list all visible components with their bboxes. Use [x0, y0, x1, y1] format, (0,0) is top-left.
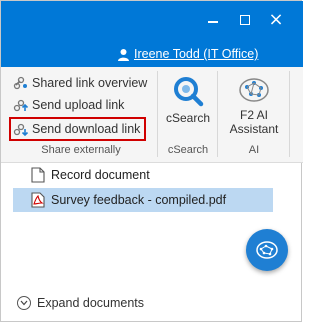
title-bar: × Ireene Todd (IT Office) [1, 1, 303, 67]
document-row-selected[interactable]: Survey feedback - compiled.pdf [13, 188, 273, 212]
window-frame: × Ireene Todd (IT Office) Shared link ov… [0, 0, 303, 322]
ai-brain-icon [256, 241, 278, 259]
csearch-button[interactable]: cSearch [163, 75, 213, 125]
send-download-link-button[interactable]: Send download link [9, 117, 147, 141]
csearch-group-label: cSearch [167, 144, 209, 156]
send-upload-link-button[interactable]: Send upload link [13, 95, 124, 115]
upload-link-icon [13, 99, 29, 112]
chevron-down-icon [17, 296, 31, 310]
expand-documents-label: Expand documents [37, 296, 145, 310]
shared-link-overview-label: Shared link overview [32, 76, 148, 90]
ribbon-separator [289, 71, 290, 157]
minimize-button[interactable] [206, 13, 220, 27]
pdf-file-icon [31, 192, 45, 208]
user-name: Ireene Todd (IT Office) [134, 47, 259, 61]
maximize-button[interactable] [238, 13, 252, 27]
document-name: Record document [51, 168, 150, 182]
csearch-icon [174, 77, 204, 107]
user-icon [118, 48, 129, 61]
ribbon: Shared link overview Send upload link Se… [1, 67, 303, 163]
ai-assistant-button[interactable]: F2 AI Assistant [223, 75, 285, 136]
download-link-icon [13, 123, 29, 137]
document-name: Survey feedback - compiled.pdf [51, 193, 227, 207]
send-download-link-label: Send download link [32, 122, 141, 136]
link-overview-icon [13, 76, 27, 90]
ai-group-label: AI [248, 144, 260, 156]
ribbon-separator [217, 71, 218, 157]
ai-assistant-label-line1: F2 AI [239, 108, 268, 122]
share-externally-group-label: Share externally [41, 144, 121, 156]
user-profile-link[interactable]: Ireene Todd (IT Office) [117, 45, 258, 63]
ai-assistant-floating-button[interactable] [246, 229, 288, 271]
ribbon-separator [157, 71, 158, 157]
csearch-label: cSearch [165, 111, 211, 125]
send-upload-link-label: Send upload link [32, 98, 125, 112]
shared-link-overview-button[interactable]: Shared link overview [13, 73, 147, 93]
blank-document-icon [31, 167, 45, 183]
maximize-icon [240, 15, 250, 25]
expand-documents-button[interactable]: Expand documents [17, 293, 144, 313]
close-button[interactable]: × [268, 9, 284, 30]
ai-assistant-label-line2: Assistant [229, 122, 279, 136]
minimize-icon [208, 21, 218, 23]
document-row[interactable]: Record document [31, 163, 150, 187]
ai-brain-icon [239, 78, 269, 102]
close-icon: × [268, 9, 284, 30]
